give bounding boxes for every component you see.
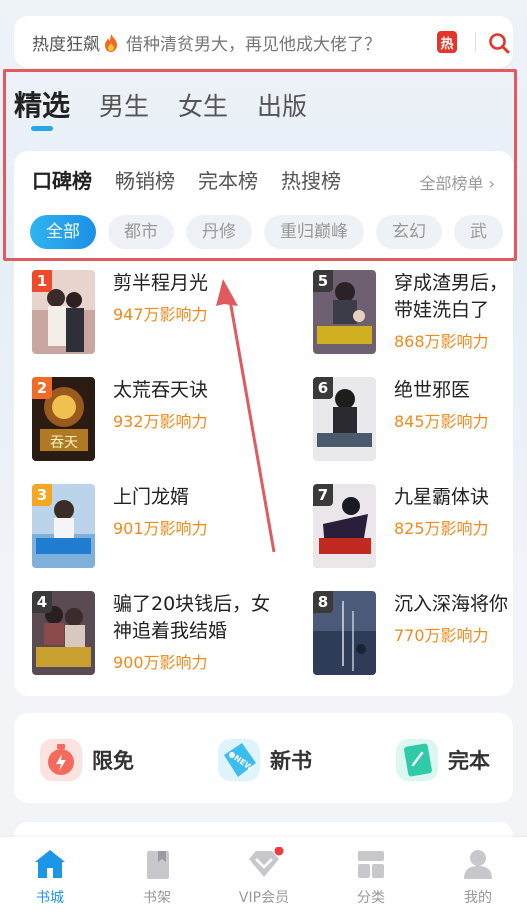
chip-fantasy[interactable]: 玄幻 [376,215,442,249]
book-cover[interactable]: 1 [32,270,95,354]
rank-tab-reputation[interactable]: 口碑榜 [32,165,92,194]
rank-badge: 4 [32,591,52,613]
rank-badge: 6 [313,377,333,399]
book-impact: 825万影响力 [394,519,489,538]
feature-row: 限免 NEW 新书 完本 [14,713,513,803]
book-cover[interactable]: 3 [32,484,95,568]
book-item[interactable]: 1 剪半程月光 947万影响力 [32,270,208,354]
tab-featured[interactable]: 精选 [14,84,70,124]
rank-badge: 3 [32,484,52,506]
nav-vip[interactable]: VIP会员 [224,847,304,907]
chip-urban[interactable]: 都市 [108,215,174,249]
nav-label: 书架 [143,890,171,906]
vip-diamond-icon [249,847,284,877]
book-cover[interactable]: 8 [313,591,376,675]
feature-new-books[interactable]: NEW 新书 [214,735,312,785]
book-title[interactable]: 上门龙婿 [113,484,208,511]
search-placeholder[interactable]: 热度狂飙 借种清贫男大，再见他成大佬了？ [32,30,381,55]
book-impact: 932万影响力 [113,412,208,431]
feature-free[interactable]: 限免 [36,735,134,785]
nav-bookstore[interactable]: 书城 [10,847,90,907]
book-item[interactable]: 4 骗了20块钱后，女神追着我结婚 900万影响力 [32,591,285,675]
book-item[interactable]: 6 绝世邪医 845万影响力 [313,377,489,461]
chip-alchemy[interactable]: 丹修 [186,215,252,249]
book-impact: 770万影响力 [394,626,489,645]
feature-label: 新书 [270,749,312,773]
search-icon[interactable] [487,31,511,55]
book-item[interactable]: 5 穿成渣男后，带娃洗白了 868万影响力 [313,270,514,354]
svg-text:吞天: 吞天 [50,435,78,451]
nav-label: VIP会员 [238,890,290,906]
chip-martial[interactable]: 武 [454,215,503,249]
profile-icon [464,850,492,879]
rank-tab-hot-search[interactable]: 热搜榜 [281,165,341,194]
book-item[interactable]: 8 沉入深海将你 770万影响力 [313,591,519,675]
book-impact: 901万影响力 [113,519,208,538]
rank-badge: 1 [32,270,52,292]
rank-tab-bestseller[interactable]: 畅销榜 [115,165,175,194]
chip-all[interactable]: 全部 [30,215,96,249]
nav-category[interactable]: 分类 [331,847,411,907]
book-item[interactable]: 7 九星霸体诀 825万影响力 [313,484,489,568]
book-cover[interactable]: 吞天 2 [32,377,95,461]
genre-chips: 全部 都市 丹修 重归巅峰 玄幻武 [30,215,513,251]
all-rankings-link[interactable]: 全部榜单 › [420,170,496,194]
book-impact: 947万影响力 [113,305,208,324]
feature-label: 限免 [92,749,134,773]
book-cover[interactable]: 5 [313,270,376,354]
hot-label: 热度狂飙 [32,34,100,55]
book-item[interactable]: 3 上门龙婿 901万影响力 [32,484,208,568]
nav-label: 书城 [36,890,64,906]
nav-label: 分类 [357,890,385,906]
nav-me[interactable]: 我的 [438,847,518,907]
book-cover[interactable]: 4 [32,591,95,675]
rank-tabs: 口碑榜 畅销榜 完本榜 热搜榜 [32,165,364,194]
bottom-nav: 书城 书架 VIP会员 分类 我的 [0,837,527,922]
channel-tabs: 精选 男生 女生 出版 [14,84,336,124]
book-title[interactable]: 九星霸体诀 [394,484,489,511]
rank-badge: 5 [313,270,333,292]
tab-publishing[interactable]: 出版 [257,87,307,123]
book-impact: 900万影响力 [113,653,208,672]
rank-badge: 7 [313,484,333,506]
book-title[interactable]: 骗了20块钱后，女神追着我结婚 [113,591,285,645]
flame-icon [105,33,117,52]
rank-badge: 2 [32,377,52,399]
home-icon [35,850,65,878]
feature-completed[interactable]: 完本 [392,735,490,785]
book-title[interactable]: 绝世邪医 [394,377,489,404]
hot-badge: 热 [437,31,457,53]
tab-male[interactable]: 男生 [99,87,149,123]
category-icon [358,851,384,878]
chip-return-to-peak[interactable]: 重归巅峰 [264,215,364,249]
feature-label: 完本 [448,749,490,773]
book-item[interactable]: 吞天 2 太荒吞天诀 932万影响力 [32,377,208,461]
book-cover[interactable]: 7 [313,484,376,568]
tab-female[interactable]: 女生 [178,87,228,123]
nav-label: 我的 [464,890,492,906]
book-title[interactable]: 沉入深海将你 [394,591,519,618]
search-bar[interactable]: 热度狂飙 借种清贫男大，再见他成大佬了？ 热 [14,16,513,68]
book-title[interactable]: 太荒吞天诀 [113,377,208,404]
bookshelf-icon [147,851,169,879]
divider [475,32,476,52]
rank-badge: 8 [313,591,333,613]
book-impact: 845万影响力 [394,412,489,431]
book-impact: 868万影响力 [394,332,489,351]
book-cover[interactable]: 6 [313,377,376,461]
new-tag-icon: NEW [218,739,260,781]
nav-bookshelf[interactable]: 书架 [117,847,197,907]
rank-tab-completed[interactable]: 完本榜 [198,165,258,194]
stopwatch-icon [40,739,82,781]
book-title[interactable]: 穿成渣男后，带娃洗白了 [394,270,514,324]
book-icon [396,739,438,781]
active-tab-indicator [31,126,53,131]
search-query: 借种清贫男大，再见他成大佬了？ [126,34,381,55]
book-title[interactable]: 剪半程月光 [113,270,208,297]
